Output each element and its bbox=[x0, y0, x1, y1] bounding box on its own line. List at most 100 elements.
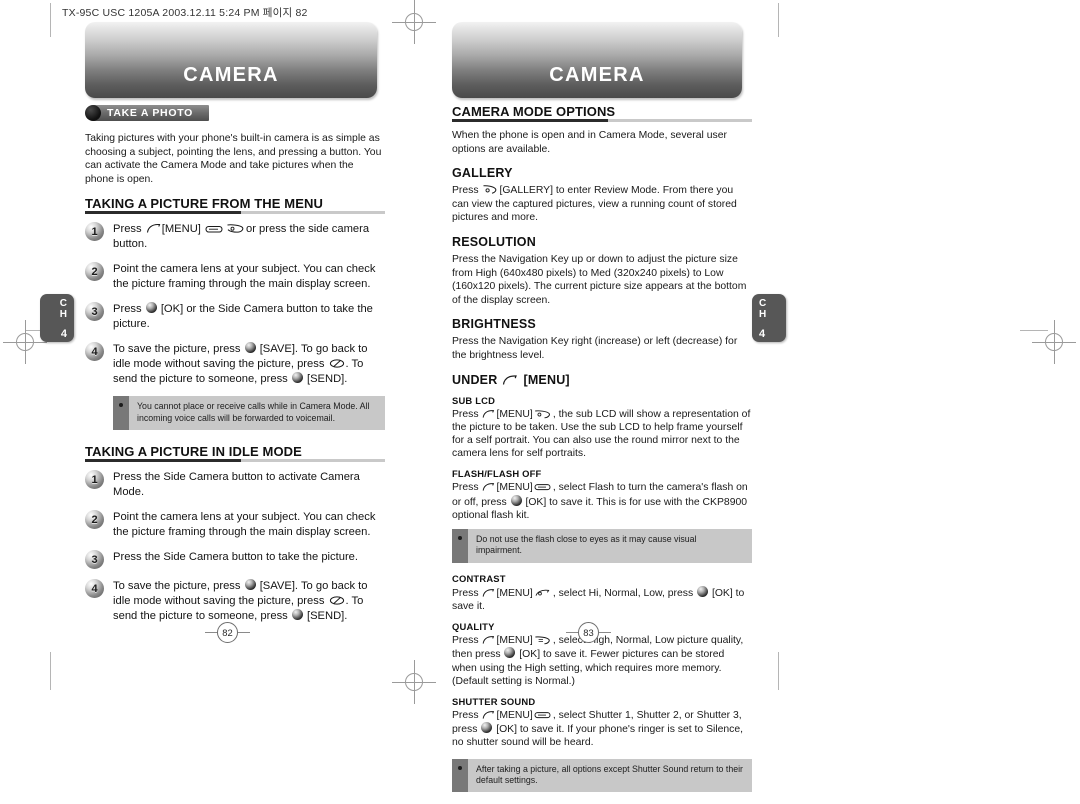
chapter-tab-left: C H 4 bbox=[40, 294, 74, 342]
resolution-body: Press the Navigation Key up or down to a… bbox=[452, 253, 747, 306]
step-number: 3 bbox=[91, 305, 98, 318]
heading-taking-picture-idle-mode: TAKING A PICTURE IN IDLE MODE bbox=[85, 444, 385, 463]
camera-mode-options-intro: When the phone is open and in Camera Mod… bbox=[452, 130, 727, 155]
step-item: 2 Point the camera lens at your subject.… bbox=[85, 509, 385, 540]
folio-wing-left bbox=[205, 632, 217, 633]
softkey-glyph-icon bbox=[205, 224, 224, 234]
note-bullet-dot-icon bbox=[119, 403, 123, 408]
chapter-banner-right: CAMERA bbox=[452, 22, 742, 98]
folio-right: 83 bbox=[566, 622, 611, 643]
brightness-body: Press the Navigation Key right (increase… bbox=[452, 336, 738, 361]
note-bullet-dot-icon bbox=[458, 765, 462, 770]
step-number: 4 bbox=[91, 345, 98, 358]
menu-key-icon bbox=[482, 710, 495, 720]
folio-left: 82 bbox=[205, 622, 250, 643]
trim-guide-bottom-left bbox=[50, 652, 51, 690]
step-number-badge: 3 bbox=[85, 302, 104, 322]
step-item: 1 Press [MENU] or press the side camera … bbox=[85, 221, 385, 252]
left-page-column: TAKE A PHOTO Taking pictures with your p… bbox=[85, 104, 385, 633]
bullet-dot-icon bbox=[85, 104, 101, 121]
gallery-key-icon bbox=[482, 184, 498, 195]
step-text: Press the Side Camera button to activate… bbox=[113, 471, 360, 499]
menu-key-icon bbox=[502, 374, 518, 386]
heading-resolution: RESOLUTION bbox=[452, 234, 536, 249]
ok-key-icon bbox=[145, 302, 157, 314]
gallery-key-icon bbox=[226, 223, 245, 234]
step-number-badge: 1 bbox=[85, 470, 104, 490]
chapter-tab-left-c: C bbox=[59, 298, 67, 309]
heading-sub-lcd: SUB LCD bbox=[452, 394, 496, 406]
folio-wing-left bbox=[566, 632, 578, 633]
end-key-icon bbox=[329, 358, 345, 369]
chapter-tab-right-h: H bbox=[759, 309, 767, 320]
quality-key-icon bbox=[534, 635, 552, 645]
shutter-key-icon bbox=[534, 710, 552, 720]
chapter-banner-left: CAMERA bbox=[85, 22, 377, 98]
send-key-icon bbox=[291, 372, 303, 384]
step-text: Point the camera lens at your subject. Y… bbox=[113, 511, 376, 539]
heading-taking-picture-from-menu: TAKING A PICTURE FROM THE MENU bbox=[85, 196, 385, 215]
contrast-key-icon bbox=[534, 588, 552, 598]
step-number: 1 bbox=[91, 225, 98, 238]
send-key-icon bbox=[291, 609, 303, 621]
trim-guide-top-left bbox=[50, 3, 51, 37]
step-number-badge: 4 bbox=[85, 342, 104, 362]
menu-key-icon bbox=[482, 482, 495, 492]
ok-key-icon bbox=[510, 494, 522, 506]
step-text: Press the Side Camera button to take the… bbox=[113, 551, 359, 564]
chapter-tab-right: C H 4 bbox=[752, 294, 786, 342]
step-text: To save the picture, press [SAVE]. To go… bbox=[113, 579, 368, 623]
menu-key-icon bbox=[482, 588, 495, 598]
menu-key-icon bbox=[146, 223, 161, 234]
contrast-body: Press [MENU], select Hi, Normal, Low, pr… bbox=[452, 585, 745, 612]
right-page-column: CAMERA MODE OPTIONS When the phone is op… bbox=[452, 104, 752, 804]
scan-header-text: TX-95C USC 1205A 2003.12.11 5:24 PM 페이지 … bbox=[62, 7, 308, 19]
ok-key-icon bbox=[244, 579, 256, 591]
step-number: 4 bbox=[91, 582, 98, 595]
step-text: To save the picture, press [SAVE]. To go… bbox=[113, 342, 368, 386]
softkey-glyph-icon bbox=[534, 482, 552, 492]
step-text: Point the camera lens at your subject. Y… bbox=[113, 263, 376, 291]
registration-mark-top-center bbox=[392, 0, 436, 44]
step-number-badge: 2 bbox=[85, 510, 104, 530]
flash-body: Press [MENU], select Flash to turn the c… bbox=[452, 482, 748, 521]
note-bullet-bar bbox=[452, 528, 468, 563]
step-item: 3 Press the Side Camera button to take t… bbox=[85, 549, 385, 570]
note-bullet-bar bbox=[452, 758, 468, 793]
note-bullet-bar bbox=[113, 396, 129, 431]
step-item: 1 Press the Side Camera button to activa… bbox=[85, 469, 385, 500]
step-item: 4 To save the picture, press [SAVE]. To … bbox=[85, 341, 385, 387]
end-key-icon bbox=[329, 595, 345, 606]
step-number-badge: 3 bbox=[85, 550, 104, 570]
step-number-badge: 4 bbox=[85, 579, 104, 599]
heading-under-menu: UNDER [MENU] bbox=[452, 372, 570, 387]
heading-flash: FLASH/FLASH OFF bbox=[452, 468, 542, 480]
sub-lcd-key-icon bbox=[534, 409, 552, 419]
chapter-tab-left-number: 4 bbox=[60, 328, 67, 340]
ok-key-icon bbox=[697, 585, 709, 597]
note-text: You cannot place or receive calls while … bbox=[137, 401, 370, 423]
chapter-banner-right-title: CAMERA bbox=[549, 64, 645, 86]
step-number: 3 bbox=[91, 553, 98, 566]
take-a-photo-section-header: TAKE A PHOTO bbox=[85, 104, 385, 121]
step-item: 2 Point the camera lens at your subject.… bbox=[85, 261, 385, 292]
menu-key-icon bbox=[482, 635, 495, 645]
step-number-badge: 2 bbox=[85, 262, 104, 282]
note-camera-mode-calls: You cannot place or receive calls while … bbox=[113, 396, 385, 431]
heading-gallery: GALLERY bbox=[452, 166, 513, 181]
note-text: After taking a picture, all options exce… bbox=[476, 763, 743, 785]
step-number: 1 bbox=[91, 473, 98, 486]
trim-guide-top-right bbox=[778, 3, 779, 37]
step-text: Press [MENU] or press the side camera bu… bbox=[113, 223, 370, 251]
note-bullet-dot-icon bbox=[458, 535, 462, 540]
ok-key-icon bbox=[244, 342, 256, 354]
trim-guide-bottom-right bbox=[778, 652, 779, 690]
steps-from-menu: 1 Press [MENU] or press the side camera … bbox=[85, 221, 385, 387]
step-item: 3 Press [OK] or the Side Camera button t… bbox=[85, 301, 385, 332]
folio-wing-right bbox=[599, 632, 611, 633]
note-text: Do not use the flash close to eyes as it… bbox=[476, 533, 697, 556]
step-number-badge: 1 bbox=[85, 222, 104, 242]
registration-mark-right-middle bbox=[1032, 320, 1076, 364]
take-a-photo-label: TAKE A PHOTO bbox=[93, 104, 209, 121]
chapter-tab-left-h: H bbox=[59, 309, 67, 320]
